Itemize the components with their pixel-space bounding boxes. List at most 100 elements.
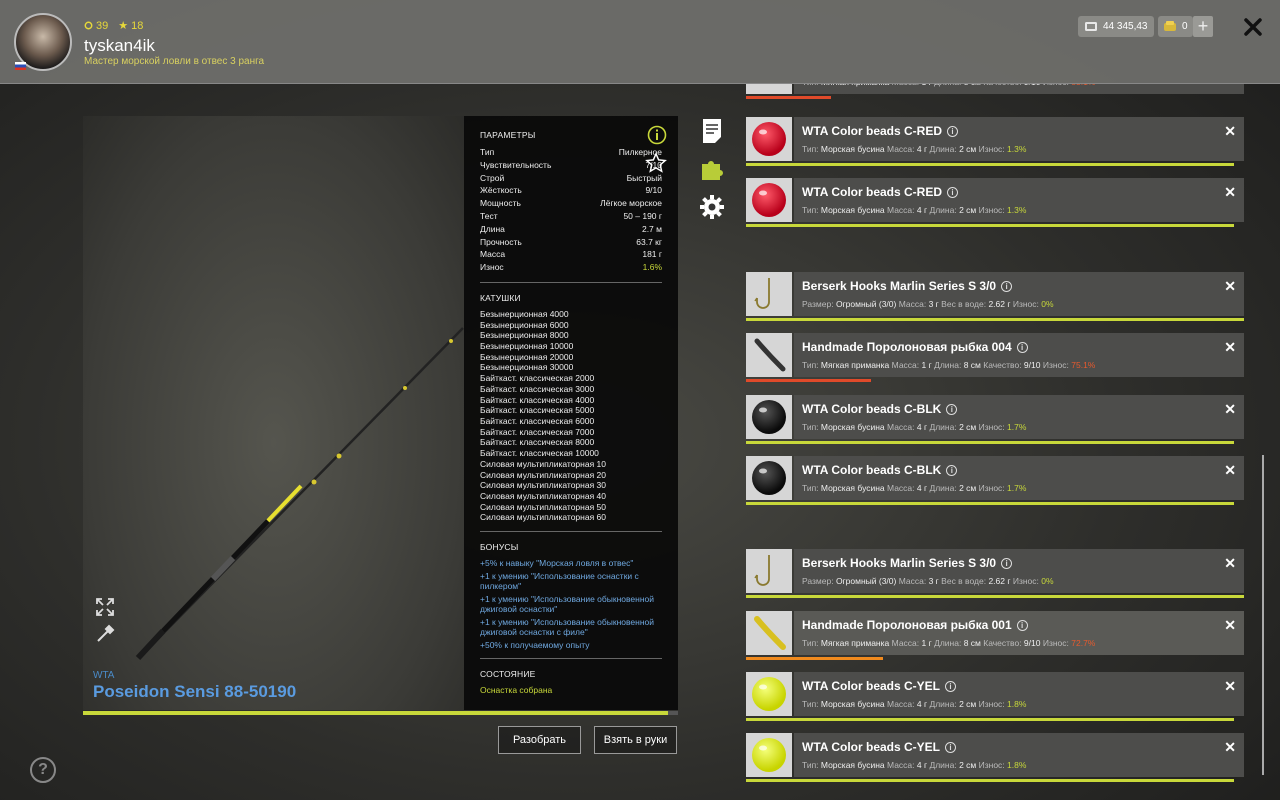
rank-value: 18: [131, 19, 144, 32]
list-item[interactable]: Handmade Поролоновая рыбка 004 i Тип: Мягк…: [746, 333, 1244, 382]
tackle-items-list: Тип: Мягкая приманка Масса: 1 г Длина: 8…: [746, 84, 1246, 800]
remove-item-icon[interactable]: ✕: [1224, 555, 1236, 572]
reel-item: Безынерционная 6000: [480, 319, 569, 330]
item-title: Handmade Поролоновая рыбка 004 i: [802, 340, 1028, 354]
username: tyskan4ik: [84, 36, 155, 55]
item-body[interactable]: WTA Color beads C-YEL i Тип: Морская бусин…: [794, 733, 1244, 777]
desc-label: Длина:: [934, 638, 964, 648]
remove-item-icon[interactable]: ✕: [1224, 678, 1236, 695]
favorite-star-icon[interactable]: [645, 152, 667, 174]
info-icon[interactable]: i: [945, 741, 956, 753]
tab-settings[interactable]: [697, 190, 727, 224]
tab-equipment[interactable]: [697, 152, 727, 186]
param-row: Тест 50 – 190 г: [480, 210, 662, 223]
expand-icon[interactable]: [94, 596, 116, 618]
remove-item-icon[interactable]: ✕: [1224, 401, 1236, 418]
disassemble-button[interactable]: Разобрать: [498, 726, 581, 754]
remove-item-icon[interactable]: ✕: [1224, 278, 1236, 295]
list-item[interactable]: WTA Color beads C-BLK i Тип: Морская бусин…: [746, 456, 1244, 505]
item-body[interactable]: Berserk Hooks Marlin Series S 3/0 i Размер…: [794, 272, 1244, 316]
item-body[interactable]: WTA Color beads C-BLK i Тип: Морская бусин…: [794, 395, 1244, 439]
list-item[interactable]: Berserk Hooks Marlin Series S 3/0 i Размер…: [746, 272, 1244, 321]
item-thumbnail[interactable]: [746, 549, 792, 593]
desc-label: Вес в воде:: [941, 576, 989, 586]
rod-side-tabs: [697, 114, 727, 228]
remove-item-icon[interactable]: ✕: [1224, 184, 1236, 201]
param-label: Прочность: [480, 236, 522, 247]
item-body[interactable]: Handmade Поролоновая рыбка 001 i Тип: Мягк…: [794, 611, 1244, 655]
remove-item-icon[interactable]: ✕: [1224, 462, 1236, 479]
remove-item-icon[interactable]: ✕: [1224, 339, 1236, 356]
money-value: 44 345,43: [1103, 21, 1148, 32]
item-thumbnail[interactable]: [746, 84, 792, 94]
info-icon[interactable]: i: [947, 186, 958, 198]
desc-label: Длина:: [934, 360, 964, 370]
info-icon[interactable]: i: [1001, 557, 1013, 569]
item-body[interactable]: WTA Color beads C-RED i Тип: Морская бусин…: [794, 117, 1244, 161]
info-icon[interactable]: i: [945, 680, 956, 692]
desc-label: Масса:: [898, 576, 929, 586]
item-title: WTA Color beads C-BLK i: [802, 463, 958, 477]
gold-balance[interactable]: 0: [1158, 16, 1193, 37]
info-icon[interactable]: [647, 125, 667, 145]
remove-item-icon[interactable]: ✕: [1224, 617, 1236, 634]
item-thumbnail[interactable]: [746, 456, 792, 500]
item-thumbnail[interactable]: [746, 272, 792, 316]
item-thumbnail[interactable]: [746, 178, 792, 222]
list-item[interactable]: Handmade Поролоновая рыбка 001 i Тип: Мягк…: [746, 611, 1244, 660]
info-icon[interactable]: i: [1016, 341, 1028, 353]
item-thumbnail[interactable]: [746, 733, 792, 777]
item-body[interactable]: WTA Color beads C-BLK i Тип: Морская бусин…: [794, 456, 1244, 500]
item-body[interactable]: WTA Color beads C-YEL i Тип: Морская бусин…: [794, 672, 1244, 716]
item-body[interactable]: Тип: Мягкая приманка Масса: 1 г Длина: 8…: [794, 84, 1244, 94]
player-stats: 39 ★ 18: [84, 19, 143, 32]
list-item[interactable]: WTA Color beads C-RED i Тип: Морская бусин…: [746, 117, 1244, 166]
info-icon[interactable]: i: [947, 125, 958, 137]
info-icon[interactable]: i: [946, 403, 958, 415]
desc-value: 1.3%: [1007, 144, 1027, 154]
info-icon[interactable]: i: [1001, 280, 1013, 292]
reel-item: Безынерционная 8000: [480, 330, 569, 341]
desc-label: Износ:: [1042, 638, 1072, 648]
item-description: Тип: Мягкая приманка Масса: 1 г Длина: 8…: [802, 84, 1095, 87]
take-in-hands-button[interactable]: Взять в руки: [594, 726, 677, 754]
close-icon[interactable]: [1240, 14, 1266, 40]
help-icon[interactable]: ?: [30, 757, 56, 783]
param-row: Износ 1.6%: [480, 261, 662, 274]
reel-item: Байткаст. классическая 5000: [480, 405, 595, 416]
list-item[interactable]: Berserk Hooks Marlin Series S 3/0 i Размер…: [746, 549, 1244, 598]
money-balance[interactable]: 44 345,43: [1078, 16, 1154, 37]
item-thumbnail[interactable]: [746, 333, 792, 377]
item-thumbnail[interactable]: [746, 395, 792, 439]
item-body[interactable]: Berserk Hooks Marlin Series S 3/0 i Размер…: [794, 549, 1244, 593]
param-value: 50 – 190 г: [623, 210, 662, 221]
list-item[interactable]: WTA Color beads C-RED i Тип: Морская бусин…: [746, 178, 1244, 227]
list-item[interactable]: WTA Color beads C-YEL i Тип: Морская бусин…: [746, 672, 1244, 721]
add-gold-button[interactable]: +: [1193, 16, 1213, 37]
profile-header: 39 ★ 18 tyskan4ik Мастер морской ловли в…: [0, 0, 1280, 84]
remove-item-icon[interactable]: ✕: [1224, 739, 1236, 756]
item-body[interactable]: Handmade Поролоновая рыбка 004 i Тип: Мягк…: [794, 333, 1244, 377]
rod-preview[interactable]: WTA Poseidon Sensi 88-50190: [83, 116, 465, 710]
item-thumbnail[interactable]: [746, 611, 792, 655]
scrollbar[interactable]: [1262, 455, 1264, 775]
list-item[interactable]: Тип: Мягкая приманка Масса: 1 г Длина: 8…: [746, 84, 1244, 99]
reel-item: Силовая мультипликаторная 60: [480, 512, 606, 523]
tab-description[interactable]: [697, 114, 727, 148]
reel-item: Безынерционная 10000: [480, 341, 574, 352]
desc-label: Длина:: [929, 699, 960, 709]
item-thumbnail[interactable]: [746, 672, 792, 716]
desc-value: 1 г: [921, 638, 932, 648]
desc-value: 1.7%: [1007, 422, 1027, 432]
list-item[interactable]: WTA Color beads C-BLK i Тип: Морская бусин…: [746, 395, 1244, 444]
param-row: Прочность 63.7 кг: [480, 236, 662, 249]
item-body[interactable]: WTA Color beads C-RED i Тип: Морская бусин…: [794, 178, 1244, 222]
desc-label: Тип:: [802, 699, 821, 709]
float-icon[interactable]: [94, 623, 116, 645]
info-icon[interactable]: i: [1016, 619, 1028, 631]
info-icon[interactable]: i: [946, 464, 958, 476]
level-stat: 39: [84, 19, 108, 32]
item-thumbnail[interactable]: [746, 117, 792, 161]
list-item[interactable]: WTA Color beads C-YEL i Тип: Морская бусин…: [746, 733, 1244, 782]
remove-item-icon[interactable]: ✕: [1224, 123, 1236, 140]
